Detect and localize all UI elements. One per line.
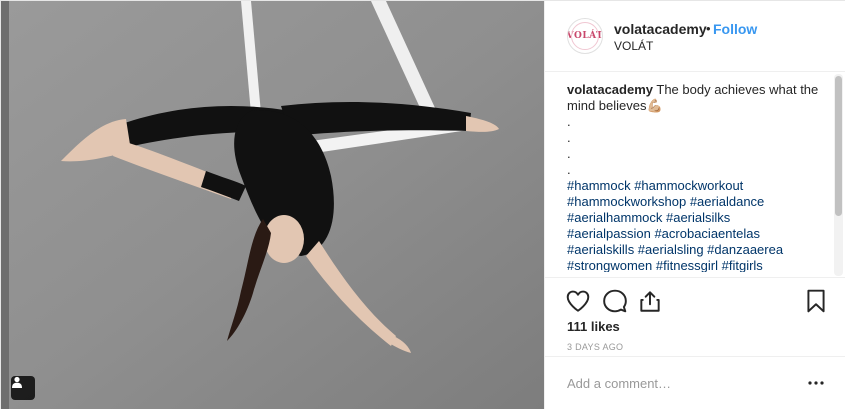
person-icon <box>12 376 22 388</box>
location-link[interactable]: VOLÁT <box>614 39 653 53</box>
hashtag-line[interactable]: #hammock #hammockworkout <box>567 178 831 194</box>
comments-scrollbar[interactable] <box>834 74 843 276</box>
post-actions: 111 likes 3 DAYS AGO <box>545 277 845 367</box>
user-tags-button[interactable] <box>11 376 35 400</box>
caption-area: volatacademy The body achieves what the … <box>567 82 831 272</box>
add-comment-bar <box>545 356 845 409</box>
hashtag-line[interactable]: #aerialpassion #acrobaciaentelas <box>567 226 831 242</box>
more-options-icon[interactable] <box>807 374 825 392</box>
caption-dot: . <box>567 162 571 177</box>
follow-button[interactable]: Follow <box>713 21 757 37</box>
share-icon[interactable] <box>637 288 663 314</box>
caption-dot: . <box>567 130 571 145</box>
instagram-post: VOLÁT volatacademy • Follow VOLÁT volata… <box>0 0 845 409</box>
post-photo[interactable] <box>1 1 544 409</box>
post-side-panel: VOLÁT volatacademy • Follow VOLÁT volata… <box>544 1 845 409</box>
aerial-hammock-photo <box>1 1 544 409</box>
likes-count[interactable]: 111 likes <box>567 319 620 334</box>
hashtag-line[interactable]: #hammockworkshop #aerialdance <box>567 194 831 210</box>
comment-input[interactable] <box>567 374 787 392</box>
hashtag-line[interactable]: #strongwomen #fitnessgirl #fitgirls <box>567 258 831 272</box>
header-separator: • <box>706 21 711 36</box>
caption-username[interactable]: volatacademy <box>567 82 653 97</box>
caption-dot: . <box>567 146 571 161</box>
comment-bubble-icon[interactable] <box>602 288 628 314</box>
hashtag-line[interactable]: #aerialhammock #aerialsilks <box>567 210 831 226</box>
hashtag-line[interactable]: #aerialskills #aerialsling #danzaaerea <box>567 242 831 258</box>
header-username[interactable]: volatacademy <box>614 21 707 37</box>
hashtags: #hammock #hammockworkout #hammockworksho… <box>567 178 831 272</box>
avatar-ring <box>571 22 599 50</box>
post-timestamp[interactable]: 3 DAYS AGO <box>567 342 623 352</box>
caption: volatacademy The body achieves what the … <box>567 82 831 114</box>
heart-icon[interactable] <box>565 288 591 314</box>
post-header: VOLÁT volatacademy • Follow VOLÁT <box>545 1 845 72</box>
avatar[interactable]: VOLÁT <box>567 18 603 54</box>
scrollbar-thumb[interactable] <box>835 76 842 216</box>
caption-dot: . <box>567 114 571 129</box>
bookmark-icon[interactable] <box>803 288 829 314</box>
